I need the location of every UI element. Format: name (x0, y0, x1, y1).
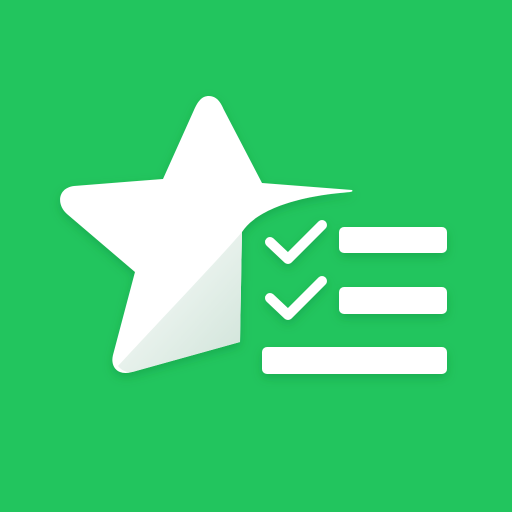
checklist-line (262, 347, 447, 374)
checklist-line (339, 227, 447, 253)
app-icon (0, 0, 512, 512)
checklist-line (339, 287, 447, 314)
icon-background (0, 0, 512, 512)
star-checklist-icon (0, 0, 512, 512)
